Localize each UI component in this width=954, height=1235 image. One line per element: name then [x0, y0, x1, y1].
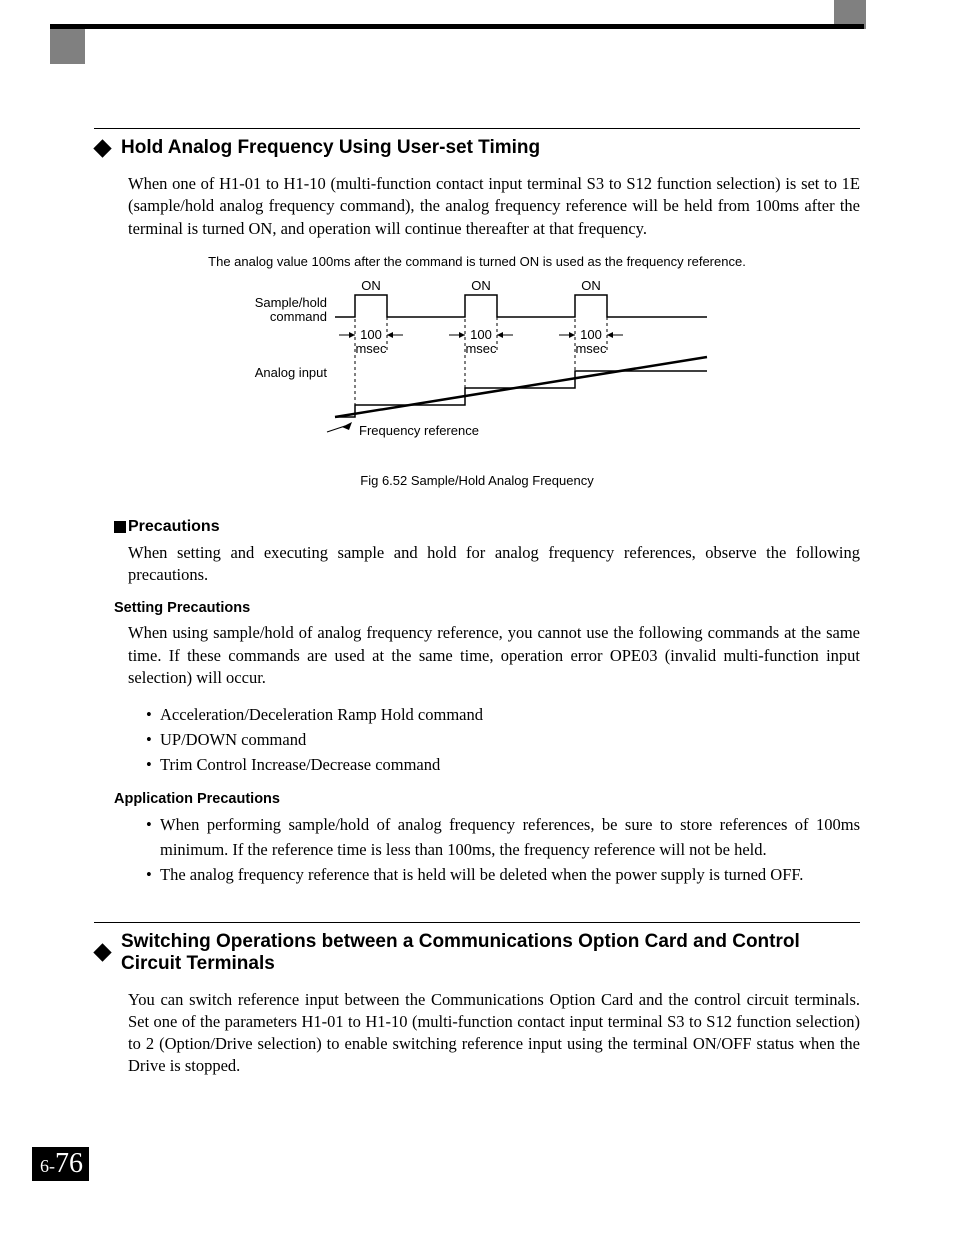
heading-text: Switching Operations between a Communica…: [121, 931, 860, 975]
precautions-para: When setting and executing sample and ho…: [128, 542, 860, 587]
list-item: UP/DOWN command: [146, 728, 860, 753]
section-rule: [94, 128, 860, 129]
fig-label-msec-1: msec: [355, 341, 387, 356]
fig-label-on2: ON: [471, 278, 491, 293]
page-number: 6-76: [32, 1147, 89, 1181]
application-precautions-heading: Application Precautions: [114, 791, 860, 807]
section-heading-hold-analog: Hold Analog Frequency Using User-set Tim…: [94, 137, 860, 159]
fig-label-100-1: 100: [360, 327, 382, 342]
page: Hold Analog Frequency Using User-set Tim…: [0, 0, 954, 1235]
header-tab-square: [50, 29, 85, 64]
page-number-prefix: 6-: [40, 1156, 55, 1176]
section1-paragraph: When one of H1-01 to H1-10 (multi-functi…: [128, 173, 860, 240]
application-precautions-list: When performing sample/hold of analog fr…: [146, 813, 860, 887]
section2-paragraph: You can switch reference input between t…: [128, 989, 860, 1078]
header-rule: [50, 24, 864, 29]
fig-label-samplehold1: Sample/hold: [255, 295, 327, 310]
fig-label-100-3: 100: [580, 327, 602, 342]
section-rule: [94, 922, 860, 923]
fig-label-on3: ON: [581, 278, 601, 293]
precautions-heading-text: Precautions: [128, 518, 220, 536]
list-item: When performing sample/hold of analog fr…: [146, 813, 860, 863]
fig-label-freq-ref: Frequency reference: [359, 423, 479, 438]
section2: Switching Operations between a Communica…: [94, 922, 860, 1078]
fig-label-on1: ON: [361, 278, 381, 293]
page-number-value: 76: [55, 1148, 83, 1179]
figure-caption: Fig 6.52 Sample/Hold Analog Frequency: [94, 473, 860, 488]
setting-precautions-list: Acceleration/Deceleration Ramp Hold comm…: [146, 703, 860, 777]
diamond-icon: [93, 943, 111, 961]
heading-text: Hold Analog Frequency Using User-set Tim…: [121, 137, 540, 159]
fig-label-msec-2: msec: [465, 341, 497, 356]
setting-precautions-para: When using sample/hold of analog frequen…: [128, 622, 860, 689]
setting-precautions-heading: Setting Precautions: [114, 600, 860, 616]
fig-label-msec-3: msec: [575, 341, 607, 356]
list-item: The analog frequency reference that is h…: [146, 863, 860, 888]
square-bullet-icon: [114, 521, 126, 533]
precautions-heading: Precautions: [114, 518, 860, 536]
figure-sample-hold: ON ON ON Sample/hold command 100 msec 10…: [227, 277, 727, 447]
figure-note: The analog value 100ms after the command…: [94, 254, 860, 269]
fig-label-100-2: 100: [470, 327, 492, 342]
list-item: Trim Control Increase/Decrease command: [146, 753, 860, 778]
fig-label-analog-input: Analog input: [255, 365, 328, 380]
fig-label-samplehold2: command: [270, 309, 327, 324]
diamond-icon: [93, 139, 111, 157]
list-item: Acceleration/Deceleration Ramp Hold comm…: [146, 703, 860, 728]
section-heading-switching: Switching Operations between a Communica…: [94, 931, 860, 975]
content-area: Hold Analog Frequency Using User-set Tim…: [94, 128, 860, 1092]
